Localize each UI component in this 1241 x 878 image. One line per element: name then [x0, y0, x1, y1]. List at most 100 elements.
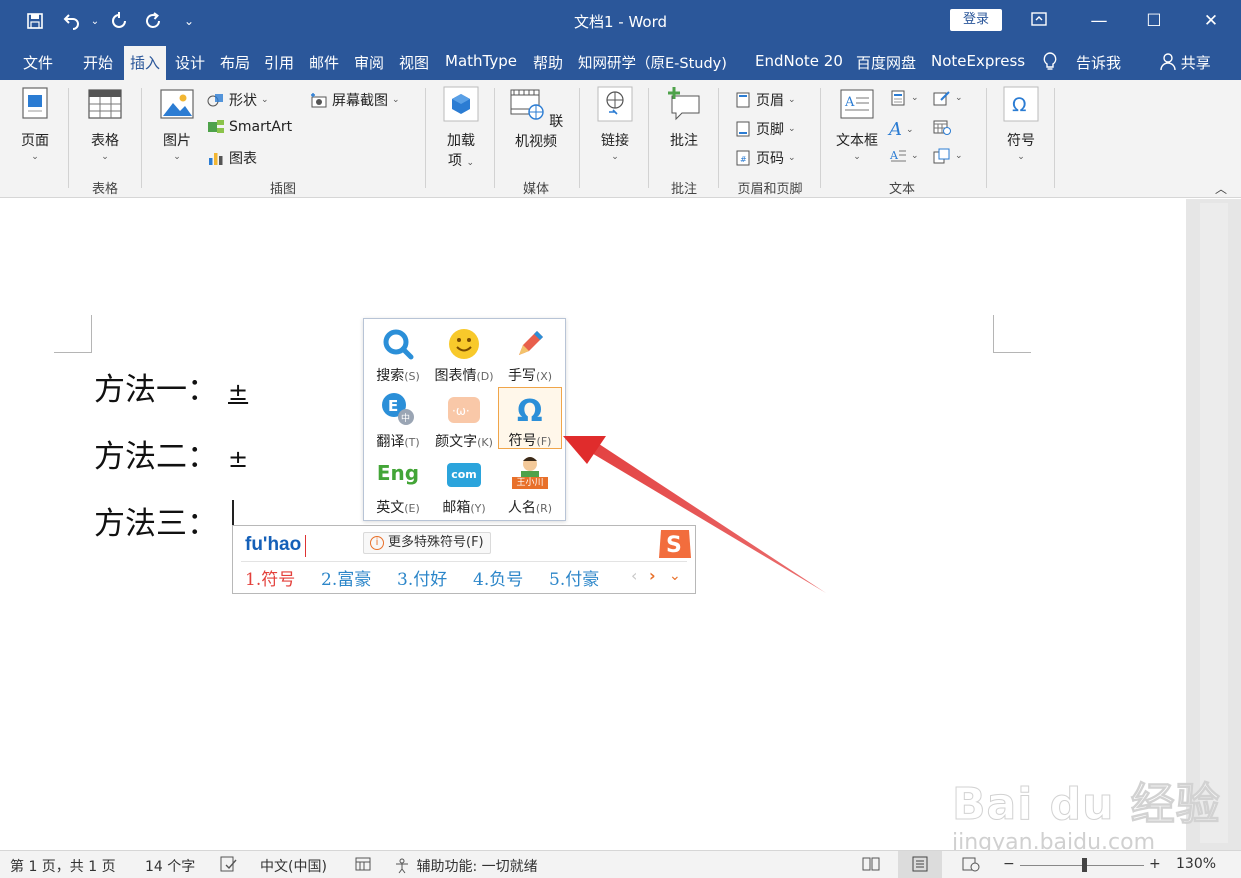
- zoom-level[interactable]: 130%: [1176, 856, 1216, 872]
- collapse-ribbon-icon[interactable]: ︿: [1215, 180, 1227, 197]
- candidate-4[interactable]: 4.负号: [473, 565, 523, 590]
- share-button[interactable]: 共享: [1160, 52, 1211, 75]
- zoom-out-icon[interactable]: −: [1003, 856, 1015, 872]
- quick-parts-button[interactable]: ⌄: [889, 90, 919, 106]
- expand-candidates-icon[interactable]: ⌄: [669, 568, 681, 584]
- chevron-down-icon: ⌄: [173, 152, 181, 162]
- ime-handwriting-item[interactable]: 手写(X): [498, 323, 562, 385]
- page-number-button[interactable]: # 页码 ⌄: [734, 148, 796, 168]
- more-symbols-button[interactable]: i 更多特殊符号(F): [363, 532, 491, 554]
- tab-layout[interactable]: 布局: [220, 52, 250, 73]
- minimize-icon[interactable]: —: [1084, 8, 1114, 34]
- object-button[interactable]: ⌄: [933, 148, 963, 164]
- macro-icon[interactable]: [355, 856, 371, 876]
- group-label-comments: 批注: [670, 182, 697, 197]
- scrollbar-thumb[interactable]: [1200, 203, 1228, 843]
- language-status[interactable]: 中文(中国): [260, 856, 327, 876]
- tab-home[interactable]: 开始: [83, 52, 113, 73]
- tab-mathtype[interactable]: MathType: [445, 52, 517, 70]
- chevron-down-icon: ⌄: [853, 152, 861, 162]
- ime-symbol-item[interactable]: Ω 符号(F): [498, 387, 562, 449]
- crop-mark-right: [993, 315, 1031, 353]
- ime-name-item[interactable]: 王小川 人名(R): [498, 455, 562, 517]
- close-icon[interactable]: ✕: [1196, 8, 1226, 34]
- candidate-3[interactable]: 3.付好: [397, 565, 447, 590]
- online-video-button[interactable]: 联机视频: [503, 86, 569, 151]
- shapes-button[interactable]: 形状 ⌄: [207, 90, 269, 110]
- tab-help[interactable]: 帮助: [533, 52, 563, 73]
- tab-insert[interactable]: 插入: [124, 46, 167, 81]
- dropcap-button[interactable]: A ⌄: [889, 148, 919, 164]
- chevron-down-icon: ⌄: [788, 153, 796, 163]
- candidate-2[interactable]: 2.富豪: [321, 565, 371, 590]
- link-button[interactable]: 链接 ⌄: [594, 86, 636, 162]
- screenshot-button[interactable]: 屏幕截图 ⌄: [310, 90, 400, 110]
- table-button[interactable]: 表格 ⌄: [84, 86, 126, 162]
- maximize-icon[interactable]: ☐: [1139, 8, 1169, 34]
- header-button[interactable]: 页眉 ⌄: [734, 90, 796, 110]
- plus-minus-symbol: ±: [228, 445, 249, 473]
- signature-line-button[interactable]: ⌄: [933, 90, 963, 106]
- date-time-button[interactable]: [933, 119, 951, 135]
- plus-minus-symbol: ±: [228, 378, 249, 406]
- proofing-icon[interactable]: [220, 856, 238, 876]
- tab-noteexpress[interactable]: NoteExpress: [931, 52, 1025, 70]
- zoom-slider-thumb[interactable]: [1082, 858, 1087, 872]
- tab-baidu-netdisk[interactable]: 百度网盘: [856, 52, 916, 73]
- login-button[interactable]: 登录: [950, 9, 1002, 31]
- name-tag: 王小川: [512, 477, 548, 489]
- zoom-in-icon[interactable]: +: [1149, 856, 1161, 872]
- addins-button[interactable]: 加载 项 ⌄: [440, 86, 482, 170]
- ime-emoji-item[interactable]: 图表情(D): [432, 323, 496, 385]
- pinyin-input[interactable]: fu'hao: [245, 534, 301, 556]
- comment-button[interactable]: 批注: [663, 86, 705, 150]
- wordart-button[interactable]: A ⌄: [889, 119, 914, 140]
- footer-button[interactable]: 页脚 ⌄: [734, 119, 796, 139]
- smartart-button[interactable]: SmartArt: [207, 119, 292, 135]
- svg-text:S: S: [666, 533, 682, 558]
- candidate-5[interactable]: 5.付豪: [549, 565, 599, 590]
- tab-endnote[interactable]: EndNote 20: [755, 52, 843, 70]
- tab-cnki[interactable]: 知网研学（原E-Study): [578, 52, 727, 73]
- group-divider: [579, 88, 580, 188]
- tell-me-search[interactable]: 告诉我: [1076, 52, 1121, 73]
- read-mode-icon[interactable]: [862, 856, 880, 876]
- ime-translate-item[interactable]: E中 翻译(T): [366, 389, 430, 451]
- tab-references[interactable]: 引用: [264, 52, 294, 73]
- page-count[interactable]: 第 1 页，共 1 页: [10, 856, 116, 876]
- doc-line-label: 方法二：: [94, 439, 218, 475]
- candidate-1[interactable]: 1.符号: [245, 565, 295, 590]
- symbol-button[interactable]: Ω 符号 ⌄: [1000, 86, 1042, 162]
- tab-mailings[interactable]: 邮件: [309, 52, 339, 73]
- tab-design[interactable]: 设计: [175, 52, 205, 73]
- ime-email-item[interactable]: com 邮箱(Y): [432, 455, 496, 517]
- chevron-down-icon: ⌄: [911, 93, 919, 103]
- ime-english-item[interactable]: Eng 英文(E): [366, 455, 430, 517]
- tab-file[interactable]: 文件: [23, 52, 53, 73]
- web-layout-icon[interactable]: [962, 856, 980, 876]
- ime-search-item[interactable]: 搜索(S): [366, 323, 430, 385]
- textbox-button[interactable]: A 文本框 ⌄: [832, 86, 882, 162]
- footer-icon: [736, 121, 750, 137]
- prev-page-icon[interactable]: ‹: [631, 566, 637, 585]
- ribbon-display-icon[interactable]: [1024, 8, 1054, 34]
- chevron-down-icon: ⌄: [788, 95, 796, 105]
- tab-view[interactable]: 视图: [399, 52, 429, 73]
- ime-kaomoji-item[interactable]: ·ω· 颜文字(K): [432, 389, 496, 451]
- picture-button[interactable]: 图片 ⌄: [156, 86, 198, 162]
- info-icon: i: [370, 536, 384, 550]
- group-divider: [1054, 88, 1055, 188]
- word-count[interactable]: 14 个字: [145, 856, 195, 876]
- next-page-icon[interactable]: ›: [649, 566, 656, 585]
- calendar-icon: [933, 120, 951, 135]
- pages-button[interactable]: 页面 ⌄: [14, 86, 56, 162]
- chart-button[interactable]: 图表: [207, 148, 257, 168]
- tab-review[interactable]: 审阅: [354, 52, 384, 73]
- page-number-icon: #: [736, 150, 750, 166]
- print-layout-icon[interactable]: [911, 856, 929, 876]
- chevron-down-icon: ⌄: [466, 158, 474, 168]
- doc-line-label: 方法三：: [94, 506, 218, 542]
- group-label-illustrations: 插图: [269, 182, 296, 197]
- vertical-scrollbar[interactable]: [1186, 199, 1241, 850]
- accessibility-status[interactable]: 辅助功能: 一切就绪: [394, 856, 538, 878]
